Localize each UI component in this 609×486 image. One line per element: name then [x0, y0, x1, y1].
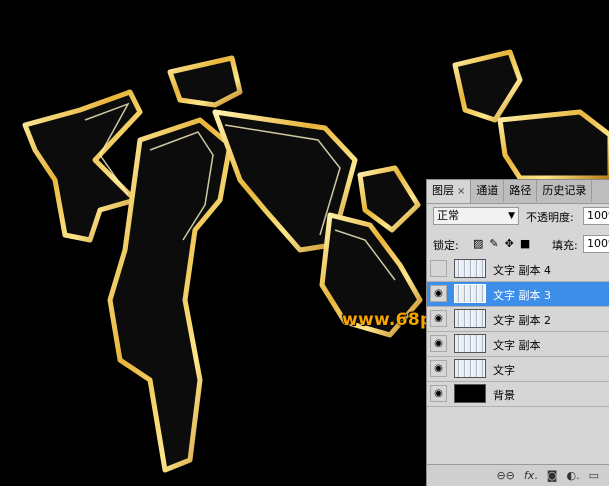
- layer-name: 文字 副本 4: [493, 264, 551, 277]
- adjustment-layer-icon[interactable]: ◐.: [566, 469, 579, 482]
- layer-thumbnail: [454, 334, 486, 353]
- layer-style-icon[interactable]: fx.: [524, 469, 538, 482]
- layer-row[interactable]: ◉ 文字 副本 3: [427, 282, 609, 307]
- layer-thumbnail: [454, 284, 486, 303]
- layer-row[interactable]: ◉ 文字 副本 2: [427, 307, 609, 332]
- fill-label: 填充:: [552, 239, 578, 252]
- eye-icon[interactable]: ◉: [430, 285, 447, 302]
- layer-row[interactable]: ◉ 文字: [427, 357, 609, 382]
- tab-layers[interactable]: 图层 ×: [427, 180, 472, 203]
- layer-row[interactable]: 文字 副本 4: [427, 257, 609, 282]
- layer-thumbnail: [454, 359, 486, 378]
- lock-row: 锁定: ▨ ✎ ✥ ■ 填充: 100%: [433, 235, 609, 255]
- layer-name: 背景: [493, 389, 515, 402]
- layer-name: 文字 副本 2: [493, 314, 551, 327]
- panel-tabs: 图层 × 通道 路径 历史记录: [427, 180, 609, 204]
- lock-image-pixels-icon[interactable]: ✎: [489, 237, 498, 250]
- blend-row: 正常 ▼ 不透明度: 100%: [433, 207, 609, 227]
- layer-name: 文字 副本 3: [493, 289, 551, 302]
- lock-position-icon[interactable]: ✥: [505, 237, 514, 250]
- layer-name: 文字 副本: [493, 339, 541, 352]
- tab-paths[interactable]: 路径: [504, 180, 538, 202]
- lock-label: 锁定:: [433, 239, 459, 252]
- lock-all-icon[interactable]: ■: [520, 237, 530, 250]
- layer-name: 文字: [493, 364, 515, 377]
- layer-row[interactable]: ◉ 背景: [427, 382, 609, 407]
- tab-history[interactable]: 历史记录: [537, 180, 593, 202]
- lock-transparent-pixels-icon[interactable]: ▨: [473, 237, 483, 250]
- layer-row[interactable]: ◉ 文字 副本: [427, 332, 609, 357]
- blend-mode-select[interactable]: 正常 ▼: [433, 207, 519, 225]
- panel-footer: ⊖⊖ fx. ◙ ◐. ▭: [427, 464, 609, 486]
- layer-thumbnail: [454, 259, 486, 278]
- link-layers-icon[interactable]: ⊖⊖: [496, 469, 514, 482]
- layer-thumbnail: [454, 309, 486, 328]
- layers-panel: 图层× 通道 路径 历史记录 正常 ▼ 不透明度: 100% 锁定: ▨ ✎ ✥…: [426, 179, 609, 486]
- opacity-input[interactable]: 100%: [583, 207, 609, 225]
- opacity-label: 不透明度:: [526, 211, 574, 224]
- add-mask-icon[interactable]: ◙: [547, 469, 558, 482]
- eye-icon[interactable]: ◉: [430, 310, 447, 327]
- new-group-icon[interactable]: ▭: [589, 469, 599, 482]
- tab-layers-label: 图层: [432, 184, 454, 197]
- layers-list: 文字 副本 4 ◉ 文字 副本 3 ◉ 文字 副本 2 ◉ 文字 副本 ◉ 文字…: [427, 257, 609, 407]
- tab-paths-label: 路径: [509, 184, 532, 197]
- eye-icon[interactable]: ◉: [430, 360, 447, 377]
- tab-history-label: 历史记录: [542, 184, 587, 197]
- lock-icons: ▨ ✎ ✥ ■: [473, 237, 530, 250]
- eye-icon[interactable]: ◉: [430, 385, 447, 402]
- visibility-toggle[interactable]: [430, 260, 447, 277]
- layer-thumbnail: [454, 384, 486, 403]
- blend-mode-value: 正常: [437, 209, 459, 222]
- tab-channels-label: 通道: [476, 184, 499, 197]
- fill-input[interactable]: 100%: [583, 235, 609, 253]
- close-icon[interactable]: ×: [457, 186, 465, 197]
- eye-icon[interactable]: ◉: [430, 335, 447, 352]
- tab-channels[interactable]: 通道: [471, 180, 505, 202]
- chevron-down-icon: ▼: [508, 211, 515, 221]
